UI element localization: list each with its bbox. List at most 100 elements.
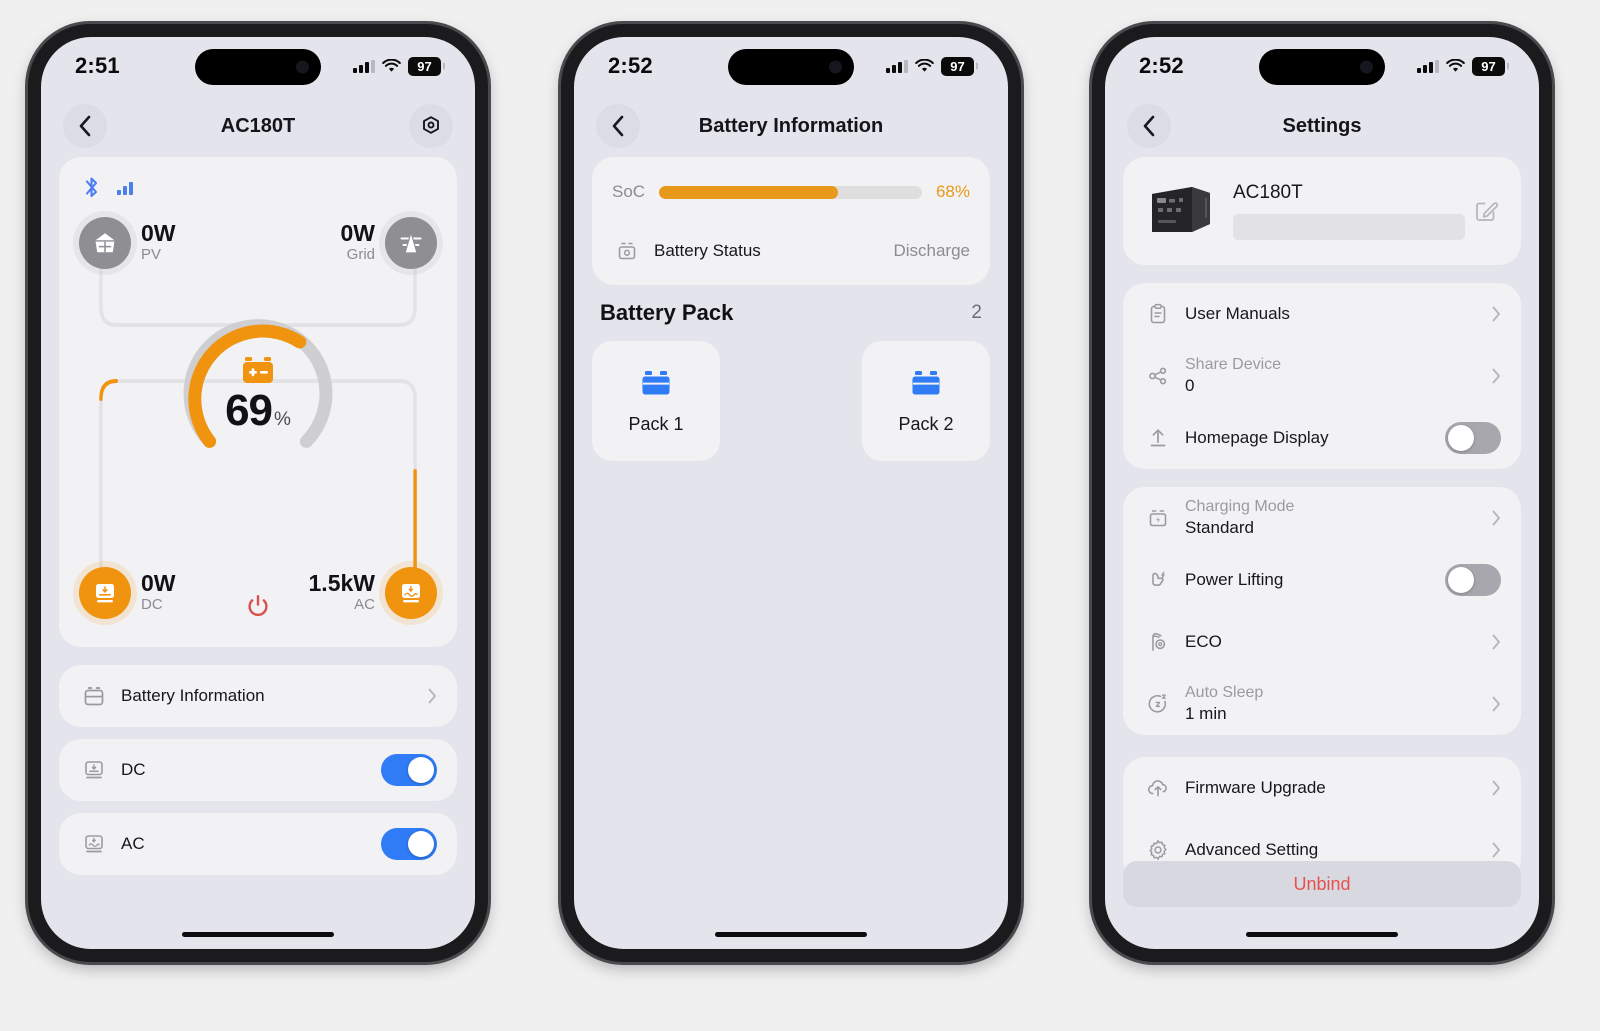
setting-row-user-manuals[interactable]: User Manuals [1123,283,1521,345]
battery-status-icon [612,239,642,263]
flow-node-pv[interactable]: 0W PV [79,217,176,269]
battery-soc-gauge: 69 % [174,309,342,477]
battery-pack-section-header: Battery Pack 2 [574,285,1008,341]
setting-row-ac[interactable]: AC [59,813,457,875]
setting-row-auto-sleep[interactable]: Auto Sleep 1 min [1123,673,1521,735]
row-label: ECO [1185,632,1222,651]
cellular-bars-icon [353,59,375,73]
homepage-display-toggle[interactable] [1445,422,1501,454]
power-tower-icon [400,230,422,254]
row-label: Firmware Upgrade [1185,778,1326,797]
power-station-photo [1141,178,1217,244]
battery-indicator: 97 [1472,56,1505,76]
flow-node-ac[interactable]: 1.5kW AC [309,567,437,619]
dc-output-icon [79,758,109,782]
row-label: Advanced Setting [1185,840,1319,859]
wifi-icon [382,59,401,73]
power-button[interactable] [243,592,273,627]
connectivity-icons [77,173,439,201]
setting-row-homepage-display[interactable]: Homepage Display [1123,407,1521,469]
home-indicator[interactable] [1246,932,1398,937]
row-right [1445,564,1501,596]
charging-mode-text: Charging Mode Standard [1185,496,1294,541]
soc-percent-unit: % [274,409,291,430]
row-right [1492,696,1501,712]
wifi-icon [1446,59,1465,73]
flow-node-grid[interactable]: 0W Grid [341,217,437,269]
back-chevron-icon [79,115,91,137]
power-icon [248,595,268,616]
device-card: AC180T [1123,157,1521,265]
row-label: Homepage Display [1185,428,1329,447]
power-lifting-toggle[interactable] [1445,564,1501,596]
front-camera-icon [296,60,309,74]
status-time: 2:52 [608,53,653,78]
row-right [1492,842,1501,858]
ac-node-circle [385,567,437,619]
setting-row-firmware-upgrade[interactable]: Firmware Upgrade [1123,757,1521,819]
ac-toggle-switch[interactable] [381,828,437,860]
row-right [1492,634,1501,650]
dc-value: 0W [141,570,176,597]
battery-info-icon [79,684,109,708]
clipboard-icon [1143,302,1173,326]
solar-panel-icon [95,233,115,253]
grid-value: 0W [340,220,376,247]
gauge-center: 69 % [174,309,342,477]
settings-button[interactable] [409,104,453,148]
upload-icon [1143,426,1173,450]
chevron-right-icon [1492,696,1500,712]
soc-readout: 69 % [225,386,291,436]
grid-label: Grid [346,246,375,264]
row-label: User Manuals [1185,304,1290,323]
battery-status-value: Discharge [893,241,970,260]
setting-row-charging-mode[interactable]: Charging Mode Standard [1123,487,1521,549]
status-indicators: 97 [1417,56,1505,76]
flow-node-dc[interactable]: 0W DC [79,567,176,619]
home-indicator[interactable] [715,932,867,937]
setting-row-share-device[interactable]: Share Device 0 [1123,345,1521,407]
row-right [381,828,437,860]
home-indicator[interactable] [182,932,334,937]
grid-node-text: 0W Grid [341,221,376,265]
setting-row-power-lifting[interactable]: Power Lifting [1123,549,1521,611]
chevron-right-icon [1492,510,1500,526]
setting-row-eco[interactable]: ECO [1123,611,1521,673]
wifi-icon [915,59,934,73]
edit-device-button[interactable] [1469,198,1503,224]
pv-node-circle [79,217,131,269]
row-right [1492,368,1501,384]
section-title: Battery Pack [600,300,734,325]
row-right [1445,422,1501,454]
eco-icon [1143,630,1173,654]
back-button[interactable] [1127,104,1171,148]
battery-pack-grid: Pack 1 Pack 2 [574,341,1008,461]
energy-flow-diagram: 69 % 0W PV 0W Grid 0W DC 1.5kW AC [77,203,439,633]
row-label: Share Device [1185,355,1282,373]
back-button[interactable] [596,104,640,148]
back-button[interactable] [63,104,107,148]
phone1-screen: 2:51 97 AC180T 69 % 0W PV 0W Grid 0W DC … [41,37,475,949]
pack-label: Pack 1 [628,413,684,434]
battery-pack-card-2[interactable]: Pack 2 [862,341,990,461]
pv-value: 0W [141,220,176,247]
battery-percent: 97 [417,58,432,74]
row-value: 0 [1185,376,1195,396]
ac-output-icon [79,832,109,856]
dynamic-island [1259,49,1385,85]
share-icon [1143,364,1173,388]
phone-device-2: 2:52 97 Battery Information SoC 68% Batt… [561,24,1021,962]
status-indicators: 97 [886,56,974,76]
pack-label: Pack 2 [898,413,954,434]
row-label: Auto Sleep [1185,683,1264,701]
sidebar-item-battery-information[interactable]: Battery Information [59,665,457,727]
dc-toggle-switch[interactable] [381,754,437,786]
unbind-button[interactable]: Unbind [1123,861,1521,907]
screenshot-stage: 2:51 97 AC180T 69 % 0W PV 0W Grid 0W DC … [0,0,1600,1031]
setting-row-dc[interactable]: DC [59,739,457,801]
row-right [381,754,437,786]
settings-group-1: User Manuals Share Device 0 Homepage Dis… [1123,283,1521,469]
battery-pack-card-1[interactable]: Pack 1 [592,341,720,461]
soc-percent-text: 68% [935,182,970,201]
phone-device-1: 2:51 97 AC180T 69 % 0W PV 0W Grid 0W DC … [28,24,488,962]
